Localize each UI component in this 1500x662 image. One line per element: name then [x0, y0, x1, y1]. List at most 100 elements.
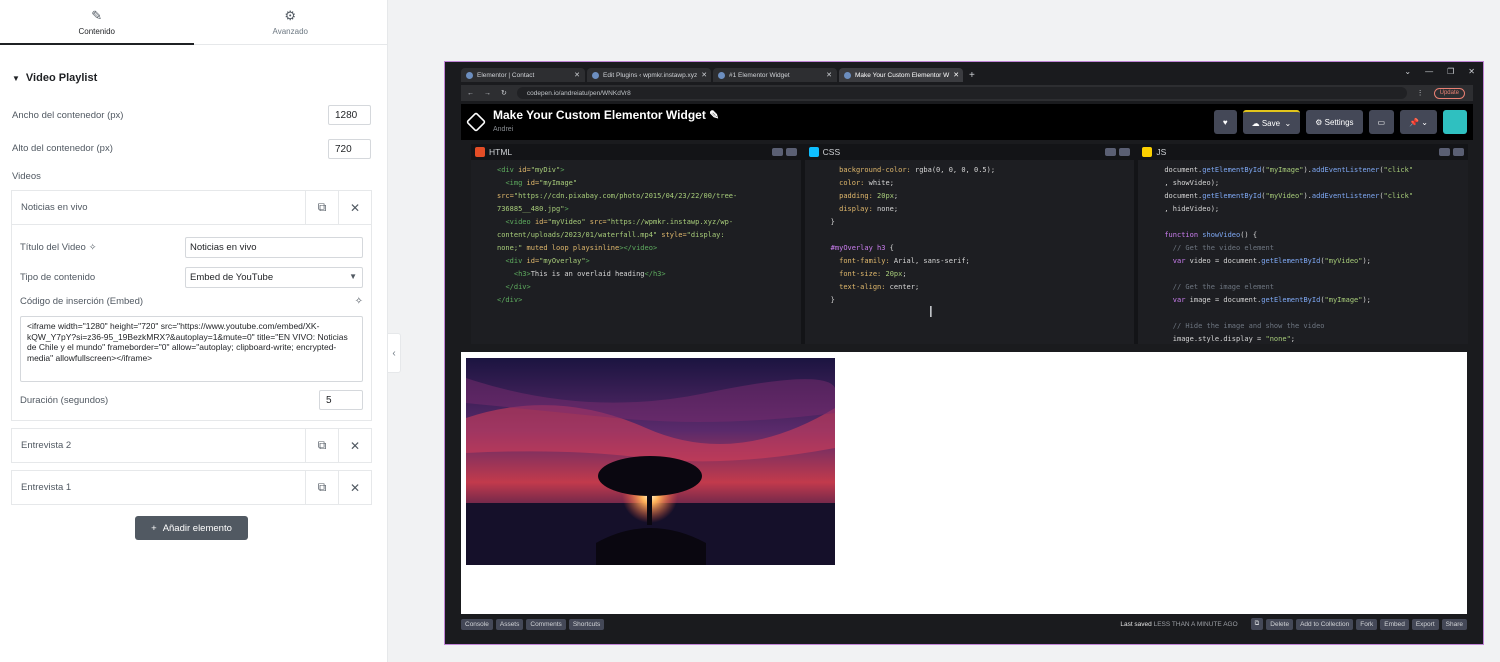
delete-button[interactable]: Delete	[1266, 618, 1294, 630]
remove-button[interactable]: ✕	[338, 471, 371, 504]
add-item-label: Añadir elemento	[162, 522, 232, 534]
browser-tab[interactable]: Elementor | Contact ✕	[461, 68, 585, 82]
close-icon[interactable]: ✕	[953, 71, 959, 79]
caret-down-icon: ▼	[12, 73, 20, 83]
external-link-icon: ⧉	[1254, 620, 1260, 627]
videos-label: Videos	[12, 171, 41, 182]
minimize-icon[interactable]: —	[1425, 67, 1433, 76]
sunset-tree-image[interactable]	[466, 358, 835, 565]
ai-sparkle-icon[interactable]: ✧	[355, 296, 363, 307]
browser-tab[interactable]: Edit Plugins ‹ wpmkr.instawp.xyz ✕	[587, 68, 711, 82]
content-type-label: Tipo de contenido	[20, 272, 96, 283]
url-field[interactable]: codepen.io/andreiatu/pen/WNKdVr8	[516, 87, 1407, 99]
chevron-down-icon[interactable]	[1119, 148, 1131, 156]
pen-output	[461, 352, 1467, 614]
remove-button[interactable]: ✕	[338, 191, 371, 224]
duplicate-button[interactable]: ⧉	[305, 191, 338, 224]
save-button[interactable]: ☁ Save ⌄	[1242, 110, 1301, 134]
reload-icon[interactable]: ↻	[501, 89, 507, 97]
browser-tab-label: Make Your Custom Elementor W	[855, 71, 950, 79]
repeater-item-title[interactable]: Entrevista 1	[12, 482, 305, 493]
html-editor[interactable]: HTML <div id="myDiv"> <img id="myImage" …	[471, 144, 801, 344]
chevron-down-icon[interactable]	[785, 148, 797, 156]
comments-button[interactable]: Comments	[526, 618, 566, 630]
close-icon[interactable]: ✕	[826, 71, 832, 79]
codepen-header: Make Your Custom Elementor Widget ✎ Andr…	[461, 104, 1473, 140]
export-button[interactable]: Export	[1411, 618, 1439, 630]
repeater-item-title[interactable]: Noticias en vivo	[12, 202, 305, 213]
embed-code-textarea[interactable]: <iframe width="1280" height="720" src="h…	[20, 316, 363, 382]
video-title-input[interactable]: Noticias en vivo	[185, 237, 363, 258]
extensions-icon[interactable]: ⋮	[1417, 89, 1424, 97]
js-badge-icon	[1142, 147, 1153, 157]
chevron-down-icon[interactable]: ⌄	[1404, 67, 1411, 76]
new-tab-icon[interactable]: +	[969, 70, 975, 81]
avatar[interactable]	[1443, 110, 1467, 134]
pen-author: Andrei	[493, 125, 514, 133]
editor-title: CSS	[822, 147, 841, 157]
panel-collapse-handle[interactable]: ‹	[388, 333, 401, 373]
repeater-item-title[interactable]: Entrevista 2	[12, 440, 305, 451]
section-toggle[interactable]: ▼ Video Playlist	[12, 72, 97, 84]
like-button[interactable]: ♥	[1213, 110, 1237, 134]
copy-icon: ⧉	[317, 200, 327, 214]
close-icon[interactable]: ✕	[1468, 67, 1475, 76]
tab-content[interactable]: ✎ Contenido	[0, 0, 194, 45]
favicon-icon	[592, 71, 599, 79]
tab-advanced[interactable]: ⚙ Avanzado	[194, 0, 388, 44]
last-saved-value: LESS THAN A MINUTE AGO	[1153, 620, 1238, 628]
content-type-select[interactable]: Embed de YouTube ▼	[185, 267, 363, 288]
browser-tab[interactable]: #1 Elementor Widget ✕	[713, 68, 837, 82]
restore-icon[interactable]: ❐	[1447, 67, 1454, 76]
forward-icon[interactable]: →	[484, 90, 491, 97]
duration-input[interactable]: 5	[319, 390, 363, 410]
close-icon[interactable]: ✕	[574, 71, 580, 79]
close-icon[interactable]: ✕	[701, 71, 707, 79]
editor-settings-icon[interactable]	[1105, 148, 1117, 156]
duration-label: Duración (segundos)	[20, 395, 109, 406]
duplicate-button[interactable]: ⧉	[305, 471, 338, 504]
close-icon: ✕	[349, 480, 361, 495]
pin-icon: 📌	[1409, 117, 1420, 127]
duplicate-button[interactable]: ⧉	[305, 429, 338, 462]
ai-sparkle-icon[interactable]: ✧	[89, 242, 97, 252]
settings-button[interactable]: ⚙ Settings	[1306, 110, 1363, 134]
last-saved-label: Last saved	[1120, 620, 1152, 628]
layout-button[interactable]: ▭	[1368, 110, 1395, 134]
shortcuts-button[interactable]: Shortcuts	[568, 618, 605, 630]
back-icon[interactable]: ←	[467, 90, 474, 97]
editor-settings-icon[interactable]	[771, 148, 783, 156]
section-title: Video Playlist	[25, 72, 98, 84]
open-external-button[interactable]: ⧉	[1250, 618, 1264, 630]
fork-button[interactable]: Fork	[1356, 618, 1378, 630]
favicon-icon	[718, 71, 725, 79]
update-button[interactable]: Update	[1433, 87, 1465, 99]
embed-button[interactable]: Embed	[1380, 618, 1409, 630]
console-button[interactable]: Console	[461, 618, 493, 630]
container-height-input[interactable]: 720	[328, 139, 371, 159]
add-to-collection-button[interactable]: Add to Collection	[1296, 618, 1354, 630]
codepen-logo-icon[interactable]	[465, 111, 487, 133]
browser-tab-active[interactable]: Make Your Custom Elementor W ✕	[839, 68, 963, 82]
pen-title-text: Make Your Custom Elementor Widget	[493, 107, 706, 122]
address-bar: ← → ↻ codepen.io/andreiatu/pen/WNKdVr8 ⋮…	[461, 85, 1473, 101]
assets-button[interactable]: Assets	[495, 618, 524, 630]
container-width-label: Ancho del contenedor (px)	[12, 110, 124, 121]
pencil-icon: ✎	[91, 7, 103, 23]
edit-pencil-icon[interactable]: ✎	[709, 108, 719, 122]
elementor-panel: ✎ Contenido ⚙ Avanzado ▼ Video Playlist …	[0, 0, 388, 662]
repeater-item: Noticias en vivo ⧉ ✕ Título del Video ✧ N…	[11, 190, 372, 421]
remove-button[interactable]: ✕	[338, 429, 371, 462]
css-editor[interactable]: CSS background-color: rgba(0, 0, 0, 0.5)…	[804, 144, 1135, 344]
repeater-item: Entrevista 2 ⧉ ✕	[11, 428, 372, 463]
editor-settings-icon[interactable]	[1439, 148, 1451, 156]
share-button[interactable]: Share	[1441, 618, 1467, 630]
add-item-button[interactable]: + Añadir elemento	[135, 516, 248, 540]
chevron-down-icon[interactable]	[1453, 148, 1465, 156]
pin-button[interactable]: 📌 ⌄	[1400, 110, 1437, 134]
close-icon: ✕	[349, 438, 361, 453]
container-width-input[interactable]: 1280	[328, 105, 371, 125]
html-badge-icon	[475, 147, 485, 157]
chevron-down-icon: ⌄	[1284, 118, 1292, 128]
js-editor[interactable]: JS document.getElementById("myImage").ad…	[1138, 144, 1469, 344]
